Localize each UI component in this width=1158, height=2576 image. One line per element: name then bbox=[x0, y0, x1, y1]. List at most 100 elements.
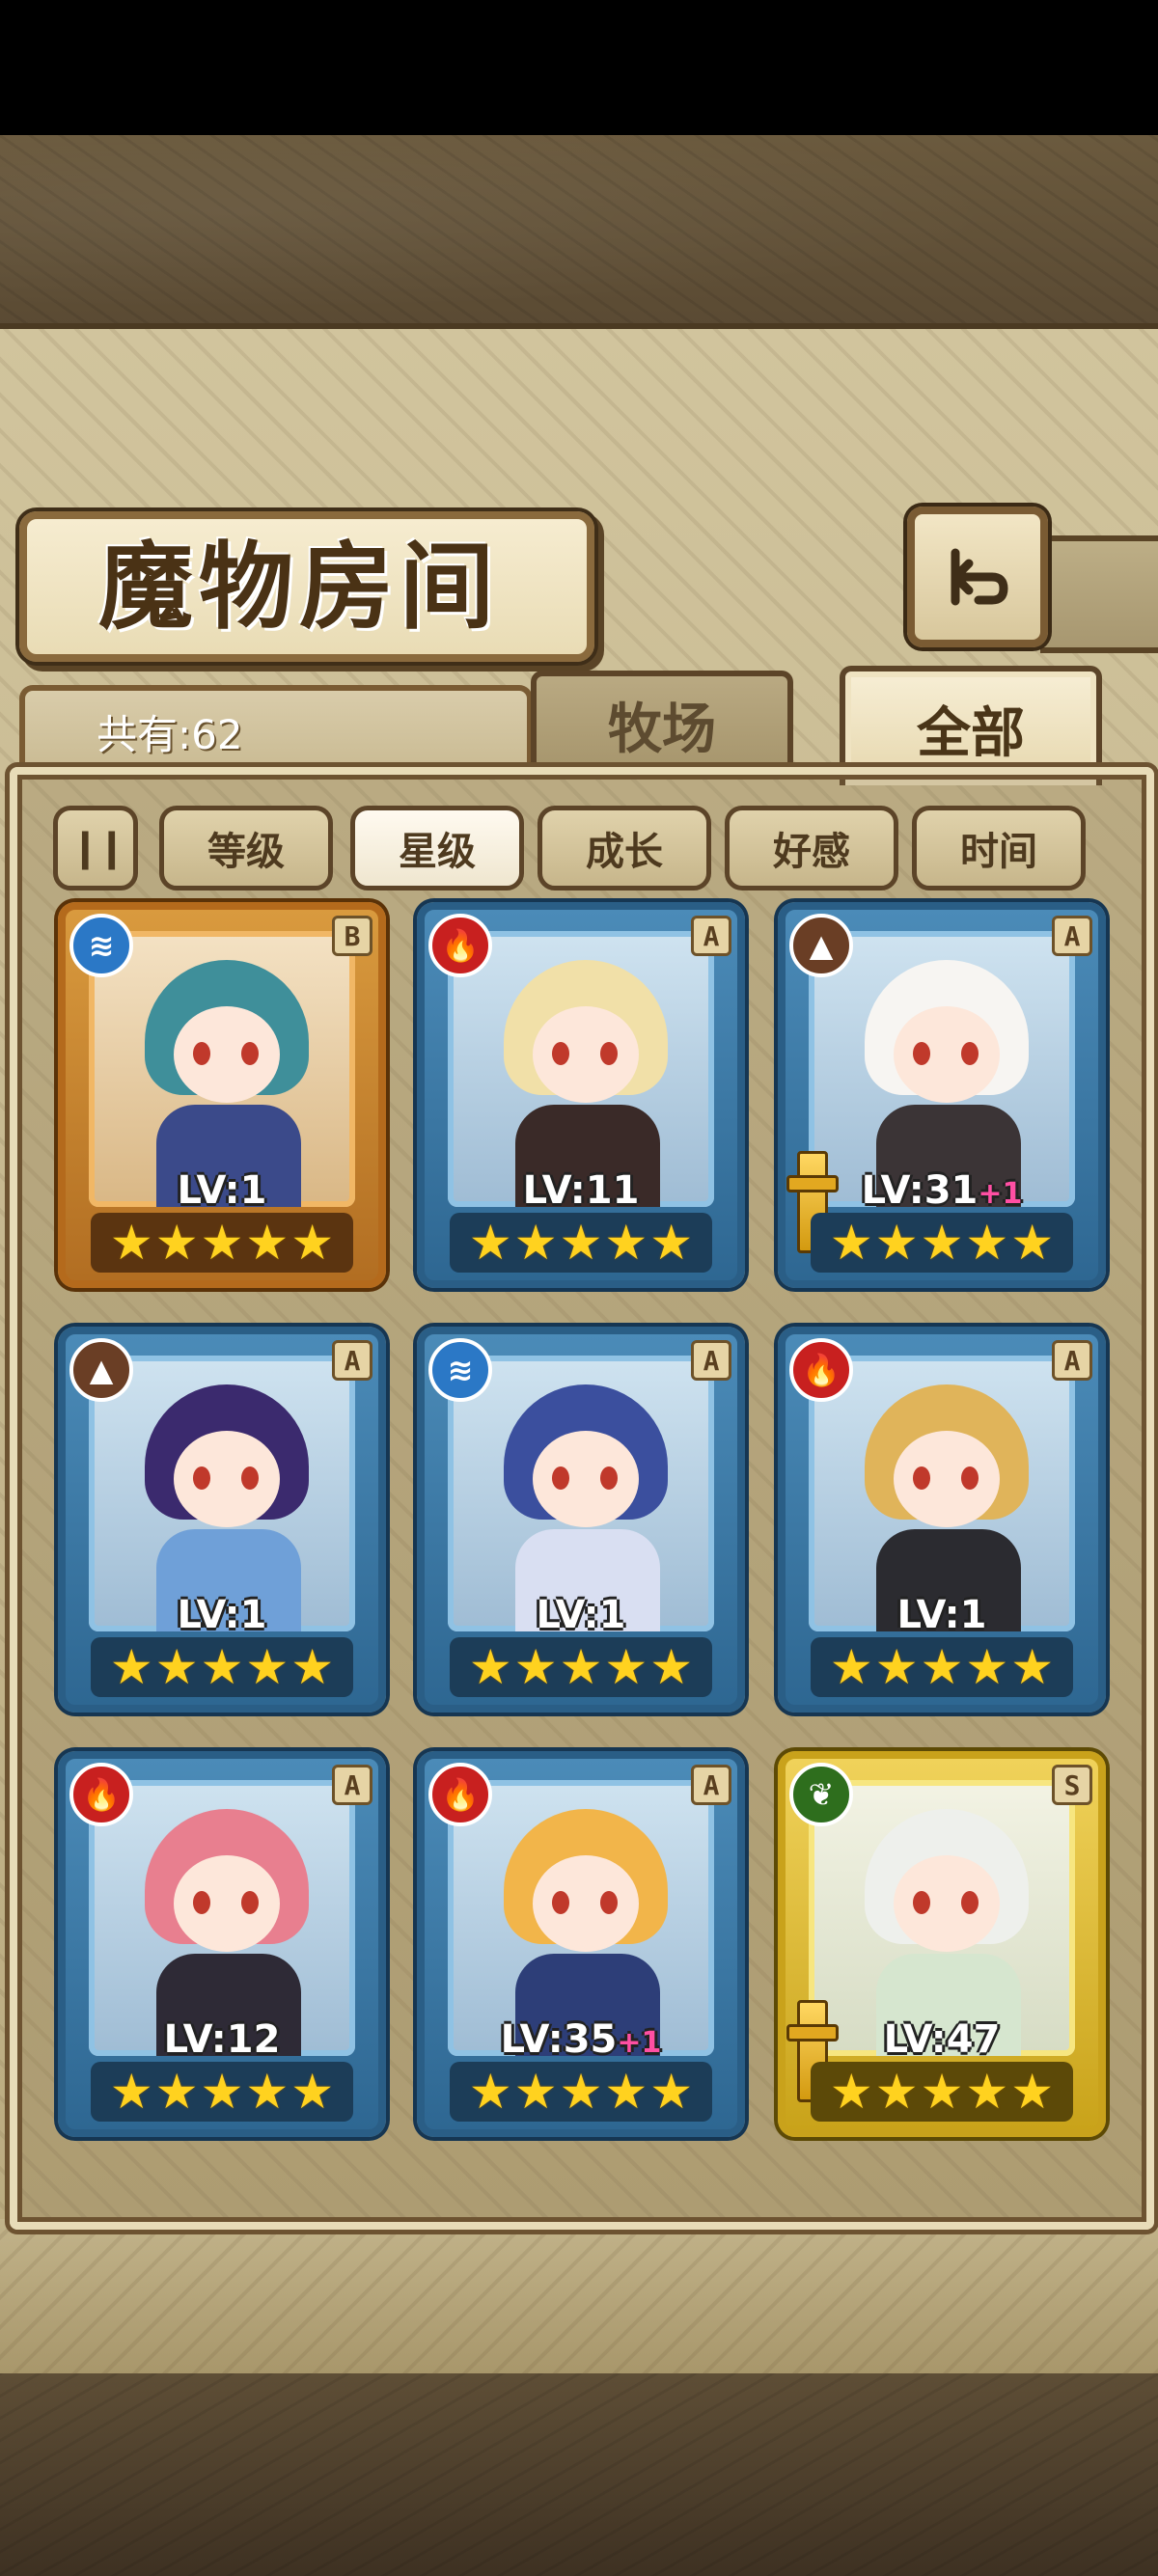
fire-element-icon: 🔥 bbox=[428, 914, 492, 977]
water-element-icon: ≋ bbox=[69, 914, 133, 977]
monster-card[interactable]: ❦ S LV:47 ★ ★ ★ ★ ★ bbox=[778, 1751, 1106, 2137]
portrait-eye bbox=[913, 1042, 930, 1065]
star-icon: ★ bbox=[920, 1215, 964, 1271]
filter-growth[interactable]: 成长 bbox=[538, 806, 711, 891]
level-text: LV:11 bbox=[522, 1168, 640, 1213]
star-rating: ★ ★ ★ ★ ★ bbox=[91, 1213, 353, 1273]
portrait-face bbox=[894, 1431, 1000, 1527]
star-icon: ★ bbox=[829, 2064, 873, 2120]
rank-badge: A bbox=[332, 1765, 372, 1805]
star-icon: ★ bbox=[468, 2064, 512, 2120]
star-rating: ★ ★ ★ ★ ★ bbox=[811, 1637, 1073, 1697]
star-icon: ★ bbox=[559, 2064, 603, 2120]
level-plus: +1 bbox=[617, 2026, 662, 2060]
back-rail bbox=[1040, 535, 1158, 653]
star-icon: ★ bbox=[965, 1215, 1009, 1271]
portrait-eye bbox=[961, 1891, 979, 1914]
star-rating: ★ ★ ★ ★ ★ bbox=[91, 1637, 353, 1697]
portrait-eye bbox=[600, 1466, 618, 1490]
monster-level: LV:1 bbox=[66, 1593, 378, 1637]
monster-card[interactable]: ≋ A LV:1 ★ ★ ★ ★ ★ bbox=[417, 1327, 745, 1713]
monster-level: LV:1 bbox=[786, 1593, 1098, 1637]
star-icon: ★ bbox=[468, 1215, 512, 1271]
filter-time[interactable]: 时间 bbox=[912, 806, 1086, 891]
monster-portrait bbox=[809, 931, 1075, 1207]
water-element-icon: ≋ bbox=[428, 1338, 492, 1402]
portrait-eye bbox=[552, 1466, 569, 1490]
star-rating: ★ ★ ★ ★ ★ bbox=[91, 2062, 353, 2122]
filter-stars[interactable]: 星级 bbox=[350, 806, 524, 891]
portrait-eye bbox=[241, 1466, 259, 1490]
map-background-bottom bbox=[0, 2373, 1158, 2576]
monster-portrait bbox=[89, 1356, 355, 1631]
level-text: LV:1 bbox=[177, 1593, 267, 1637]
tab-farm[interactable]: 牧场 bbox=[531, 671, 793, 773]
monster-level: LV:12 bbox=[66, 2017, 378, 2062]
star-icon: ★ bbox=[829, 1639, 873, 1695]
monster-level: LV:1 bbox=[66, 1168, 378, 1213]
monster-card[interactable]: ≋ B LV:1 ★ ★ ★ ★ ★ bbox=[58, 902, 386, 1288]
portrait-eye bbox=[600, 1891, 618, 1914]
portrait-eye bbox=[552, 1891, 569, 1914]
star-rating: ★ ★ ★ ★ ★ bbox=[811, 1213, 1073, 1273]
star-icon: ★ bbox=[200, 1639, 244, 1695]
star-icon: ★ bbox=[965, 2064, 1009, 2120]
level-text: LV:47 bbox=[883, 2017, 1001, 2062]
monster-card[interactable]: 🔥 A LV:1 ★ ★ ★ ★ ★ bbox=[778, 1327, 1106, 1713]
monster-level: LV:35+1 bbox=[425, 2017, 737, 2062]
star-icon: ★ bbox=[109, 1215, 153, 1271]
monster-count: 共有:62 bbox=[96, 711, 243, 758]
level-text: LV:12 bbox=[163, 2017, 281, 2062]
monster-card[interactable]: ▲ A LV:31+1 ★ ★ ★ ★ ★ bbox=[778, 902, 1106, 1288]
star-icon: ★ bbox=[604, 2064, 648, 2120]
star-icon: ★ bbox=[649, 1215, 694, 1271]
panel-bottom-strip bbox=[0, 2219, 1158, 2373]
star-icon: ★ bbox=[1010, 1215, 1055, 1271]
star-icon: ★ bbox=[154, 1639, 199, 1695]
star-icon: ★ bbox=[874, 1215, 919, 1271]
monster-card[interactable]: 🔥 A LV:35+1 ★ ★ ★ ★ ★ bbox=[417, 1751, 745, 2137]
star-icon: ★ bbox=[513, 2064, 558, 2120]
portrait-face bbox=[174, 1431, 280, 1527]
star-icon: ★ bbox=[513, 1639, 558, 1695]
status-bar-area bbox=[0, 0, 1158, 135]
back-button[interactable] bbox=[907, 507, 1048, 647]
portrait-face bbox=[894, 1855, 1000, 1952]
star-icon: ★ bbox=[649, 2064, 694, 2120]
star-icon: ★ bbox=[649, 1639, 694, 1695]
star-icon: ★ bbox=[109, 2064, 153, 2120]
portrait-eye bbox=[241, 1042, 259, 1065]
filter-affection[interactable]: 好感 bbox=[725, 806, 898, 891]
monster-card[interactable]: 🔥 A LV:11 ★ ★ ★ ★ ★ bbox=[417, 902, 745, 1288]
fire-element-icon: 🔥 bbox=[789, 1338, 853, 1402]
portrait-face bbox=[533, 1431, 639, 1527]
star-icon: ★ bbox=[200, 1215, 244, 1271]
filter-level[interactable]: 等级 bbox=[159, 806, 333, 891]
monster-card[interactable]: 🔥 A LV:12 ★ ★ ★ ★ ★ bbox=[58, 1751, 386, 2137]
portrait-eye bbox=[600, 1042, 618, 1065]
monster-portrait bbox=[448, 1356, 714, 1631]
rank-badge: A bbox=[691, 916, 731, 956]
star-icon: ★ bbox=[245, 1639, 290, 1695]
sort-toggle-button[interactable]: ❙❙ bbox=[53, 806, 138, 891]
monster-portrait bbox=[809, 1356, 1075, 1631]
portrait-eye bbox=[913, 1466, 930, 1490]
star-icon: ★ bbox=[559, 1215, 603, 1271]
star-icon: ★ bbox=[874, 2064, 919, 2120]
level-text: LV:1 bbox=[177, 1168, 267, 1213]
rank-badge: A bbox=[332, 1340, 372, 1381]
star-icon: ★ bbox=[154, 2064, 199, 2120]
rank-badge: B bbox=[332, 916, 372, 956]
rank-badge: A bbox=[1052, 1340, 1092, 1381]
star-icon: ★ bbox=[245, 1215, 290, 1271]
portrait-face bbox=[174, 1006, 280, 1103]
portrait-eye bbox=[193, 1042, 210, 1065]
star-icon: ★ bbox=[604, 1639, 648, 1695]
return-arrow-icon bbox=[951, 548, 1008, 606]
star-icon: ★ bbox=[200, 2064, 244, 2120]
monster-card[interactable]: ▲ A LV:1 ★ ★ ★ ★ ★ bbox=[58, 1327, 386, 1713]
star-icon: ★ bbox=[245, 2064, 290, 2120]
monster-portrait bbox=[448, 1780, 714, 2056]
portrait-face bbox=[533, 1006, 639, 1103]
star-icon: ★ bbox=[290, 1215, 335, 1271]
